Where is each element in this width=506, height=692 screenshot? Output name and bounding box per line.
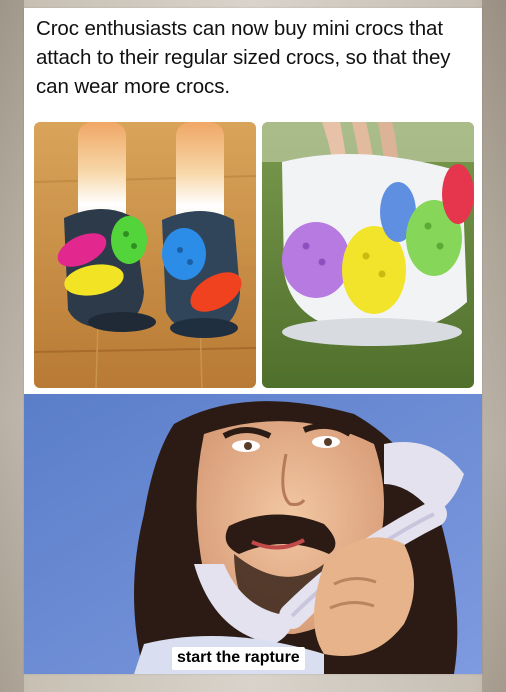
cartoon-illustration xyxy=(24,394,482,674)
photo-hand-holding-crocs xyxy=(262,122,474,388)
screen-edge-left xyxy=(0,0,24,692)
photo-feet-in-crocs xyxy=(34,122,256,388)
feet-crocs-illustration xyxy=(34,122,256,388)
hand-crocs-illustration xyxy=(262,122,474,388)
subtitle-caption: start the rapture xyxy=(172,647,305,670)
screen-edge-right xyxy=(482,0,506,692)
cartoon-jesus-on-phone: start the rapture xyxy=(24,394,482,674)
meme-caption: Croc enthusiasts can now buy mini crocs … xyxy=(36,17,451,98)
meme-image: Croc enthusiasts can now buy mini crocs … xyxy=(24,8,482,674)
